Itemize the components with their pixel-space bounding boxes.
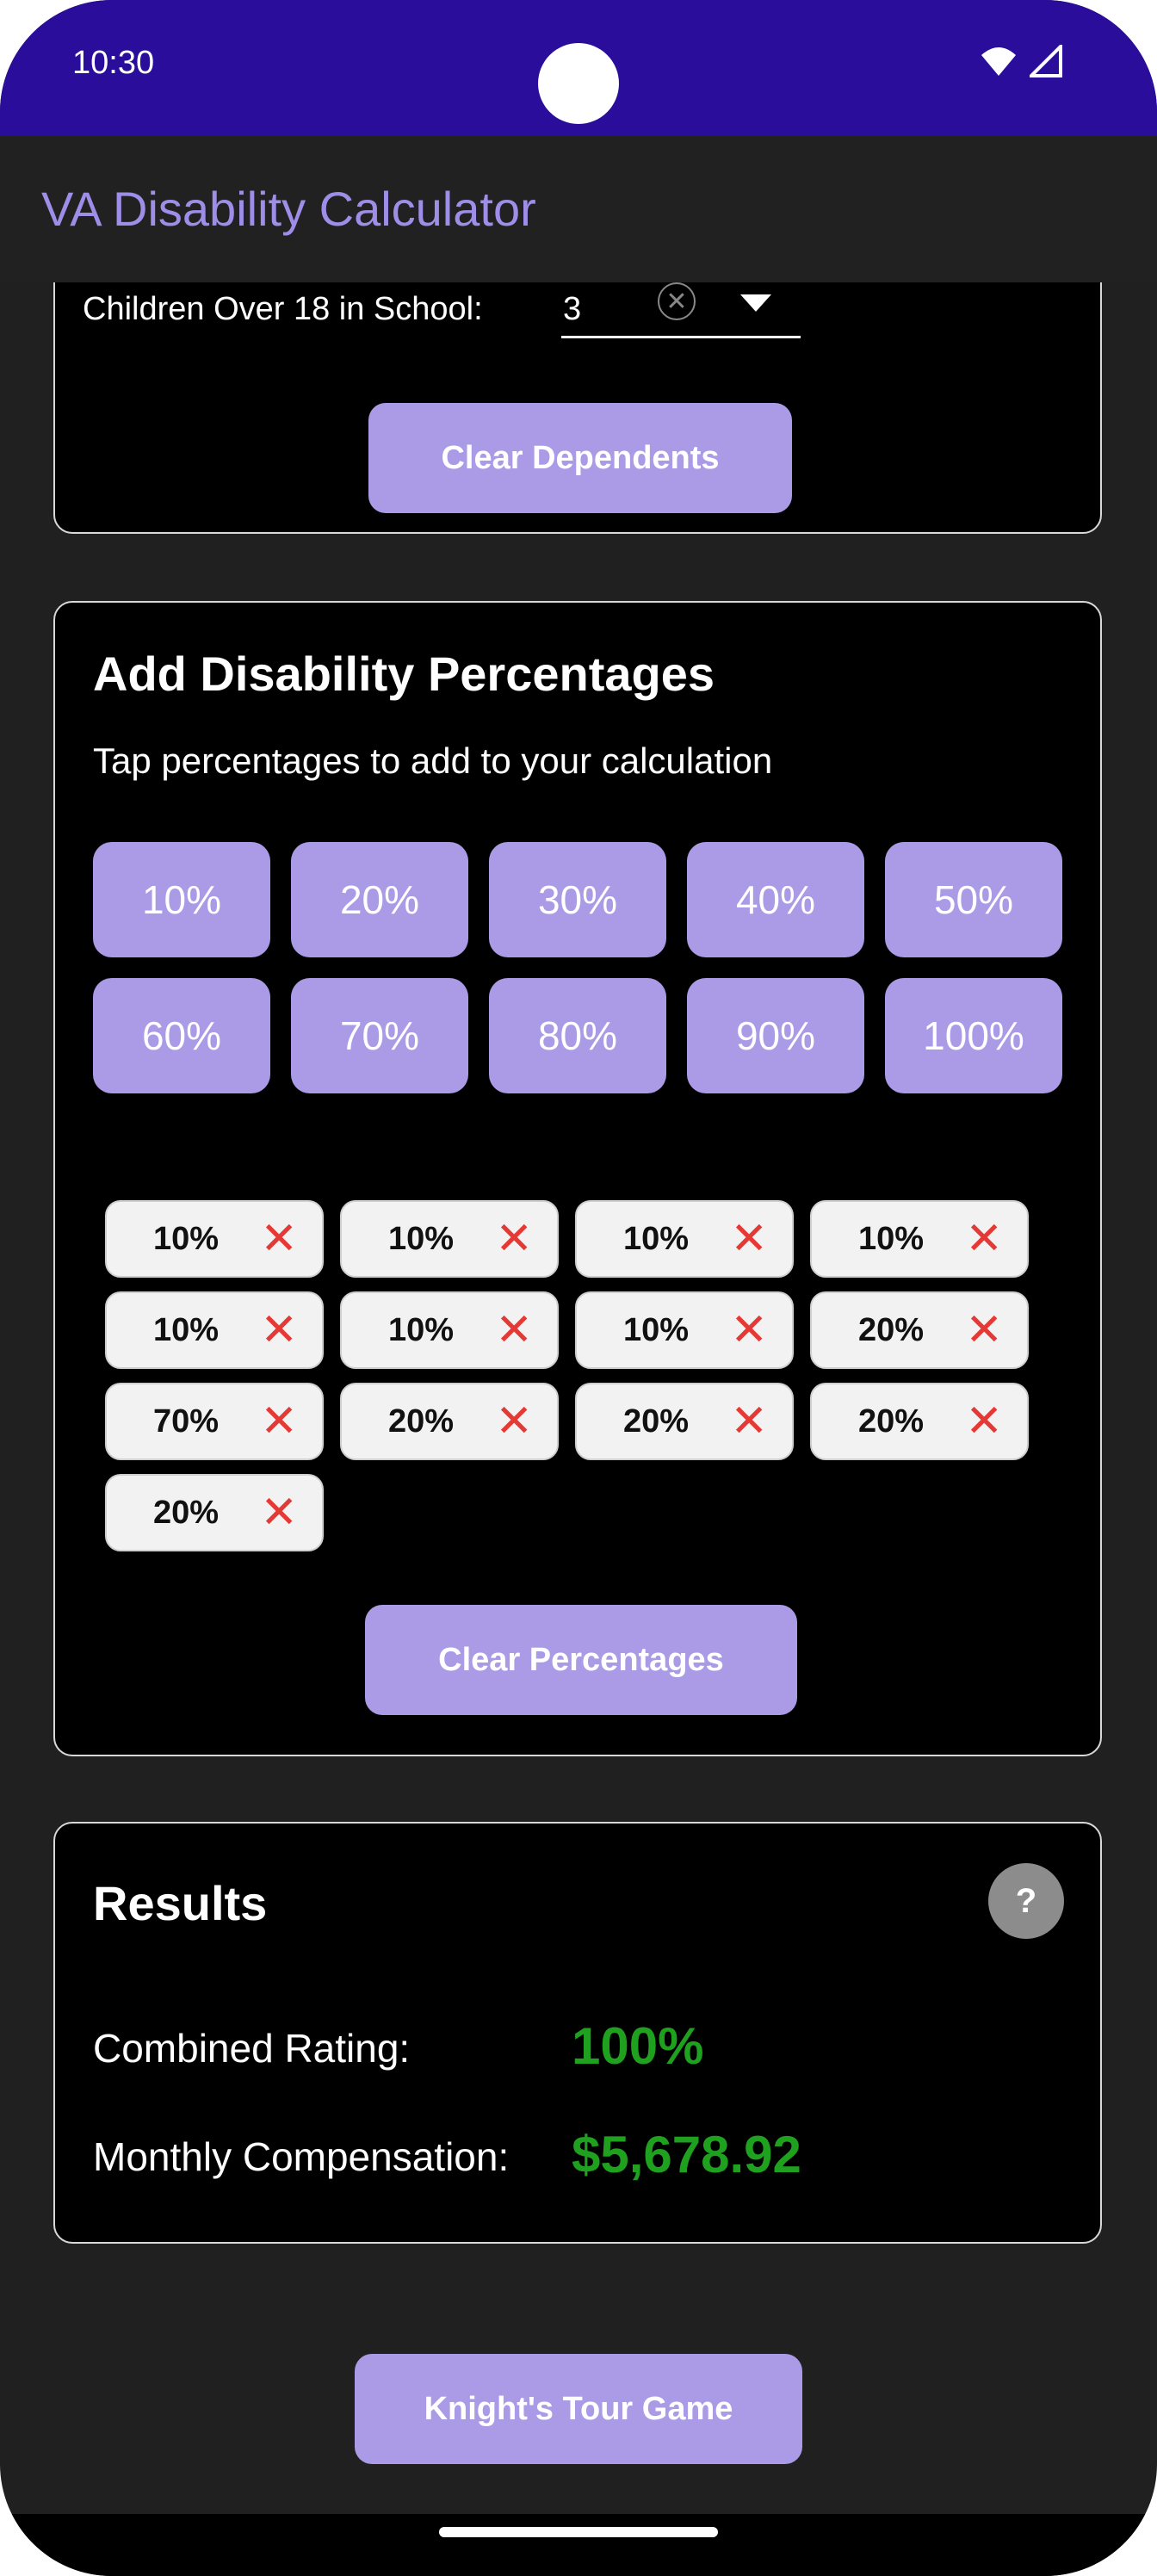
percentages-title: Add Disability Percentages xyxy=(93,647,715,701)
selected-chip: 10% ✕ xyxy=(340,1291,559,1369)
selected-chip: 20% ✕ xyxy=(575,1383,794,1460)
remove-icon[interactable]: ✕ xyxy=(260,1399,298,1444)
remove-icon[interactable]: ✕ xyxy=(260,1217,298,1261)
chip-label: 10% xyxy=(388,1220,455,1257)
status-time: 10:30 xyxy=(72,45,155,81)
selected-chip: 10% ✕ xyxy=(105,1291,324,1369)
selected-chip: 20% ✕ xyxy=(810,1383,1029,1460)
scroll-content[interactable]: Children Over 18 in School: 3 ✕ Clear De… xyxy=(0,282,1157,2514)
chip-label: 70% xyxy=(153,1403,220,1440)
selected-chip: 70% ✕ xyxy=(105,1383,324,1460)
remove-icon[interactable]: ✕ xyxy=(965,1217,1003,1261)
navigation-bar xyxy=(0,2514,1157,2576)
selected-chip: 10% ✕ xyxy=(575,1200,794,1278)
dependents-card: Children Over 18 in School: 3 ✕ Clear De… xyxy=(53,282,1102,534)
combined-rating-label: Combined Rating: xyxy=(93,2026,411,2071)
chip-label: 20% xyxy=(858,1403,925,1440)
selected-chip: 10% ✕ xyxy=(575,1291,794,1369)
selected-chip: 10% ✕ xyxy=(340,1200,559,1278)
remove-icon[interactable]: ✕ xyxy=(260,1490,298,1535)
pct-button-80[interactable]: 80% xyxy=(489,978,666,1093)
camera-cutout xyxy=(538,43,619,124)
pct-button-50[interactable]: 50% xyxy=(885,842,1062,957)
cell-signal-icon xyxy=(1030,45,1062,77)
remove-icon[interactable]: ✕ xyxy=(730,1308,768,1353)
status-bar: 10:30 xyxy=(0,0,1157,136)
pct-button-40[interactable]: 40% xyxy=(687,842,864,957)
remove-icon[interactable]: ✕ xyxy=(495,1399,533,1444)
chip-label: 10% xyxy=(153,1311,220,1348)
pct-button-20[interactable]: 20% xyxy=(291,842,468,957)
remove-icon[interactable]: ✕ xyxy=(260,1308,298,1353)
pct-button-30[interactable]: 30% xyxy=(489,842,666,957)
selected-percentages: 10% ✕ 10% ✕ 10% ✕ 10% ✕ 10% ✕ 10% ✕ 10% ✕ 20% ✕ … xyxy=(105,1200,1029,1551)
app-bar: VA Disability Calculator xyxy=(0,136,1157,282)
remove-icon[interactable]: ✕ xyxy=(495,1217,533,1261)
chip-label: 20% xyxy=(388,1403,455,1440)
clear-dependents-button[interactable]: Clear Dependents xyxy=(368,403,792,513)
children-school-field[interactable]: Children Over 18 in School: 3 ✕ xyxy=(55,282,1100,344)
monthly-compensation-value: $5,678.92 xyxy=(572,2126,801,2183)
pct-button-70[interactable]: 70% xyxy=(291,978,468,1093)
monthly-compensation-label: Monthly Compensation: xyxy=(93,2134,510,2179)
selected-chip: 20% ✕ xyxy=(340,1383,559,1460)
combined-rating-value: 100% xyxy=(572,2017,704,2075)
field-underline xyxy=(561,336,801,338)
knights-tour-button[interactable]: Knight's Tour Game xyxy=(355,2354,802,2464)
children-school-value[interactable]: 3 xyxy=(563,291,581,328)
clear-percentages-button[interactable]: Clear Percentages xyxy=(365,1605,797,1715)
system-icons xyxy=(980,45,1062,77)
remove-icon[interactable]: ✕ xyxy=(965,1308,1003,1353)
results-title: Results xyxy=(93,1876,268,1930)
dropdown-arrow-icon[interactable] xyxy=(740,294,771,312)
remove-icon[interactable]: ✕ xyxy=(730,1399,768,1444)
percentages-card: Add Disability Percentages Tap percentag… xyxy=(53,601,1102,1756)
remove-icon[interactable]: ✕ xyxy=(730,1217,768,1261)
help-button[interactable]: ? xyxy=(988,1863,1064,1939)
chip-label: 10% xyxy=(623,1220,690,1257)
selected-chip: 20% ✕ xyxy=(810,1291,1029,1369)
chip-label: 10% xyxy=(858,1220,925,1257)
chip-label: 10% xyxy=(388,1311,455,1348)
chip-label: 10% xyxy=(153,1220,220,1257)
chip-label: 20% xyxy=(623,1403,690,1440)
pct-button-90[interactable]: 90% xyxy=(687,978,864,1093)
chip-label: 10% xyxy=(623,1311,690,1348)
results-card: Results ? Combined Rating: 100% Monthly … xyxy=(53,1822,1102,2244)
home-gesture-handle[interactable] xyxy=(439,2527,718,2537)
pct-button-10[interactable]: 10% xyxy=(93,842,270,957)
remove-icon[interactable]: ✕ xyxy=(495,1308,533,1353)
wifi-icon xyxy=(981,47,1016,76)
chip-label: 20% xyxy=(153,1494,220,1531)
selected-chip: 10% ✕ xyxy=(810,1200,1029,1278)
selected-chip: 10% ✕ xyxy=(105,1200,324,1278)
selected-chip: 20% ✕ xyxy=(105,1474,324,1551)
pct-button-60[interactable]: 60% xyxy=(93,978,270,1093)
clear-field-icon[interactable]: ✕ xyxy=(658,282,696,320)
phone-frame: 10:30 VA Disability Calculator Children … xyxy=(0,0,1157,2576)
remove-icon[interactable]: ✕ xyxy=(965,1399,1003,1444)
children-school-label: Children Over 18 in School: xyxy=(83,291,483,327)
chip-label: 20% xyxy=(858,1311,925,1348)
percentage-buttons: 10% 20% 30% 40% 50% 60% 70% 80% 90% 100% xyxy=(93,842,1066,1093)
percentages-subtitle: Tap percentages to add to your calculati… xyxy=(93,740,773,781)
pct-button-100[interactable]: 100% xyxy=(885,978,1062,1093)
app-title: VA Disability Calculator xyxy=(41,182,536,236)
